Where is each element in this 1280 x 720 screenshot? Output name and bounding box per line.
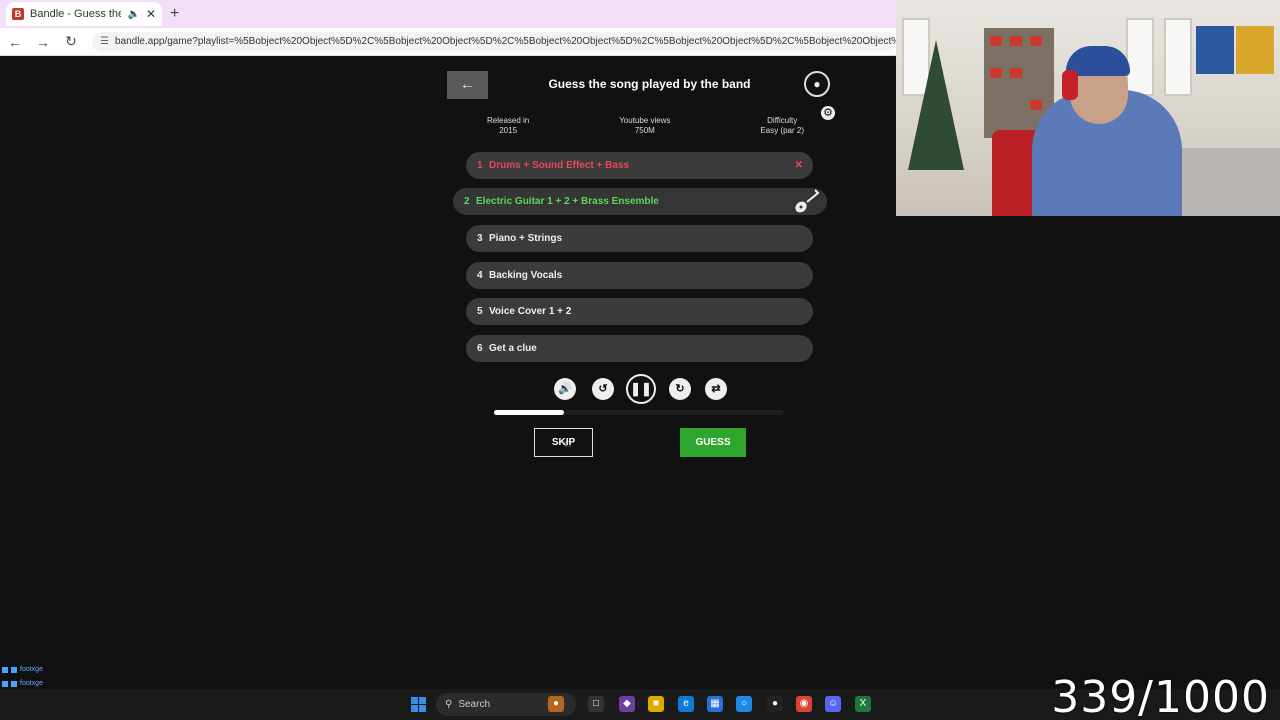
clue-label: Piano + Strings <box>489 233 563 244</box>
webcam-window <box>902 18 930 96</box>
info-label: Youtube views <box>619 116 671 125</box>
forward-5-icon[interactable]: ↻ <box>669 378 691 400</box>
user-icon: ● <box>813 77 821 91</box>
clue-number: 1 <box>477 160 483 171</box>
mouse-cursor-icon: ☜ <box>561 437 572 451</box>
profile-button[interactable]: ● <box>804 71 830 97</box>
game-header: ← Guess the song played by the band ● <box>447 71 832 99</box>
clue-row-1[interactable]: 1 Drums + Sound Effect + Bass ✕ <box>466 152 813 179</box>
chat-badge-icon <box>11 667 17 673</box>
browser-tab-bar: B Bandle - Guess the song, o 🔈 ✕ + <box>0 0 896 28</box>
clue-row-4[interactable]: 4 Backing Vocals <box>466 262 813 289</box>
chat-badge-icon <box>2 667 8 673</box>
back-arrow-icon[interactable]: ← <box>8 34 22 50</box>
info-value: 2015 <box>499 126 518 135</box>
chrome-icon[interactable]: ◉ <box>796 696 812 712</box>
info-difficulty: Difficulty Easy (par 2) <box>760 116 804 135</box>
webcam-overlay <box>896 0 1280 216</box>
browser-icon[interactable]: ○ <box>736 696 752 712</box>
clue-label: Drums + Sound Effect + Bass <box>489 160 630 171</box>
guess-button[interactable]: GUESS <box>680 428 746 457</box>
volume-icon[interactable]: 🔊 <box>554 378 576 400</box>
windows-start-icon[interactable] <box>411 697 426 712</box>
clue-number: 6 <box>477 343 483 354</box>
clue-label: Electric Guitar 1 + 2 + Brass Ensemble <box>476 196 659 207</box>
info-value: Easy (par 2) <box>760 126 804 135</box>
search-icon: ⚲ <box>445 699 453 710</box>
guitar-icon <box>795 189 819 213</box>
store-icon[interactable]: ▦ <box>707 696 723 712</box>
shelf-item <box>1010 36 1022 46</box>
site-settings-icon[interactable]: ☰ <box>100 36 109 47</box>
poster <box>1236 26 1274 74</box>
new-tab-icon[interactable]: + <box>170 5 179 23</box>
chat-badge-icon <box>2 681 8 687</box>
clue-label: Get a clue <box>489 343 537 354</box>
clue-number: 5 <box>477 306 483 317</box>
chat-badge-icon <box>11 681 17 687</box>
chat-username: footxge <box>20 666 43 673</box>
playback-progress-bar[interactable] <box>494 410 784 415</box>
playback-progress-fill <box>494 410 564 415</box>
clue-number: 4 <box>477 270 483 281</box>
clue-row-6[interactable]: 6 Get a clue <box>466 335 813 362</box>
shelf-item <box>990 36 1002 46</box>
discord-icon[interactable]: ☺ <box>825 696 841 712</box>
clue-row-5[interactable]: 5 Voice Cover 1 + 2 <box>466 298 813 325</box>
tab-title: Bandle - Guess the song, o <box>30 8 122 20</box>
back-button[interactable]: ← <box>447 71 488 99</box>
clue-label: Voice Cover 1 + 2 <box>489 306 572 317</box>
headphones <box>1062 70 1078 100</box>
task-view-icon[interactable]: □ <box>588 696 604 712</box>
taskbar-search-label: Search <box>458 699 491 710</box>
chat-line: footxge <box>2 663 302 677</box>
song-info-row: Released in 2015 Youtube views 750M Diff… <box>447 116 832 135</box>
shelf-item <box>1030 100 1042 110</box>
info-youtube-views: Youtube views 750M <box>619 116 670 135</box>
clue-label: Backing Vocals <box>489 270 563 281</box>
clue-row-3[interactable]: 3 Piano + Strings <box>466 225 813 252</box>
info-released: Released in 2015 <box>487 116 529 135</box>
back-arrow-icon: ← <box>459 76 476 93</box>
browser-nav-bar: ← → ↻ ☰ bandle.app/game?playlist=%5Bobje… <box>0 28 896 56</box>
clue-number: 2 <box>464 196 470 207</box>
player-controls: 🔊 ↺ ❚❚ ↻ ⇄ <box>553 374 728 404</box>
reload-icon[interactable]: ↻ <box>64 33 78 50</box>
copilot-icon[interactable]: ◆ <box>619 696 635 712</box>
file-explorer-icon[interactable]: ■ <box>648 696 664 712</box>
info-value: 750M <box>634 126 655 135</box>
bed <box>1180 148 1280 216</box>
info-label: Difficulty <box>767 116 798 125</box>
pause-icon[interactable]: ❚❚ <box>626 374 656 404</box>
webcam-window <box>1164 18 1192 96</box>
shelf-item <box>1030 36 1042 46</box>
info-label: Released in <box>487 116 530 125</box>
webcam-window <box>1126 18 1154 96</box>
address-bar[interactable]: ☰ bandle.app/game?playlist=%5Bobject%20O… <box>92 31 896 52</box>
wrong-x-icon: ✕ <box>794 160 803 171</box>
bandle-favicon-icon: B <box>12 8 24 20</box>
close-tab-icon[interactable]: ✕ <box>146 7 156 21</box>
poster <box>1196 26 1234 74</box>
clue-row-2[interactable]: 2 Electric Guitar 1 + 2 + Brass Ensemble <box>453 188 827 215</box>
browser-tab[interactable]: B Bandle - Guess the song, o 🔈 ✕ <box>6 2 162 26</box>
clue-number: 3 <box>477 233 483 244</box>
shelf-item <box>990 68 1002 78</box>
speaker-icon[interactable]: 🔈 <box>127 9 139 20</box>
url-text: bandle.app/game?playlist=%5Bobject%20Obj… <box>114 36 896 47</box>
game-app-icon[interactable]: ● <box>548 696 564 712</box>
bandle-page: ← Guess the song played by the band ● ⚙ … <box>0 57 896 689</box>
song-counter: 339/1000 <box>1051 672 1270 720</box>
page-title: Guess the song played by the band <box>548 77 751 91</box>
shelf-item <box>1010 68 1022 78</box>
rewind-5-icon[interactable]: ↺ <box>592 378 614 400</box>
forward-arrow-icon[interactable]: → <box>36 34 50 50</box>
screen: B Bandle - Guess the song, o 🔈 ✕ + ← → ↻… <box>0 0 1280 720</box>
edge-icon[interactable]: e <box>678 696 694 712</box>
loop-off-icon[interactable]: ⇄ <box>705 378 727 400</box>
record-app-icon[interactable]: ● <box>767 696 783 712</box>
spreadsheet-icon[interactable]: X <box>855 696 871 712</box>
